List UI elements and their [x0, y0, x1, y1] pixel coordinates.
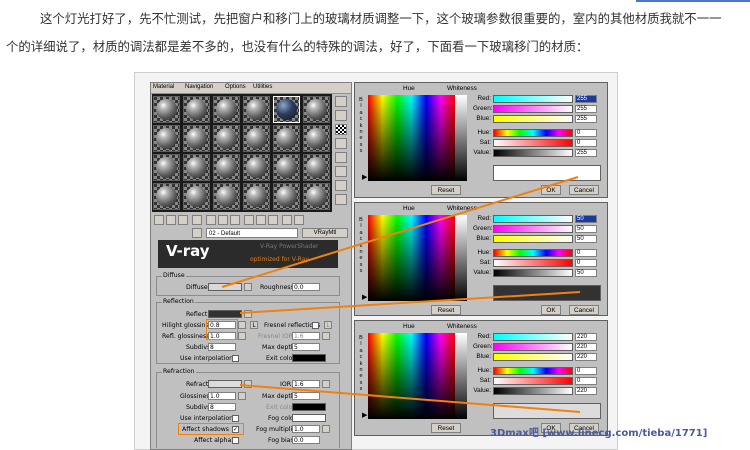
diffuse-to-selector-line [221, 176, 579, 288]
reflect-to-selector-line [239, 291, 581, 314]
annotation-lines [221, 176, 581, 413]
refract-to-selector-line [239, 384, 581, 413]
watermark: 3Dmax吧 [www.linecg.com/tieba/1771] [490, 428, 708, 439]
